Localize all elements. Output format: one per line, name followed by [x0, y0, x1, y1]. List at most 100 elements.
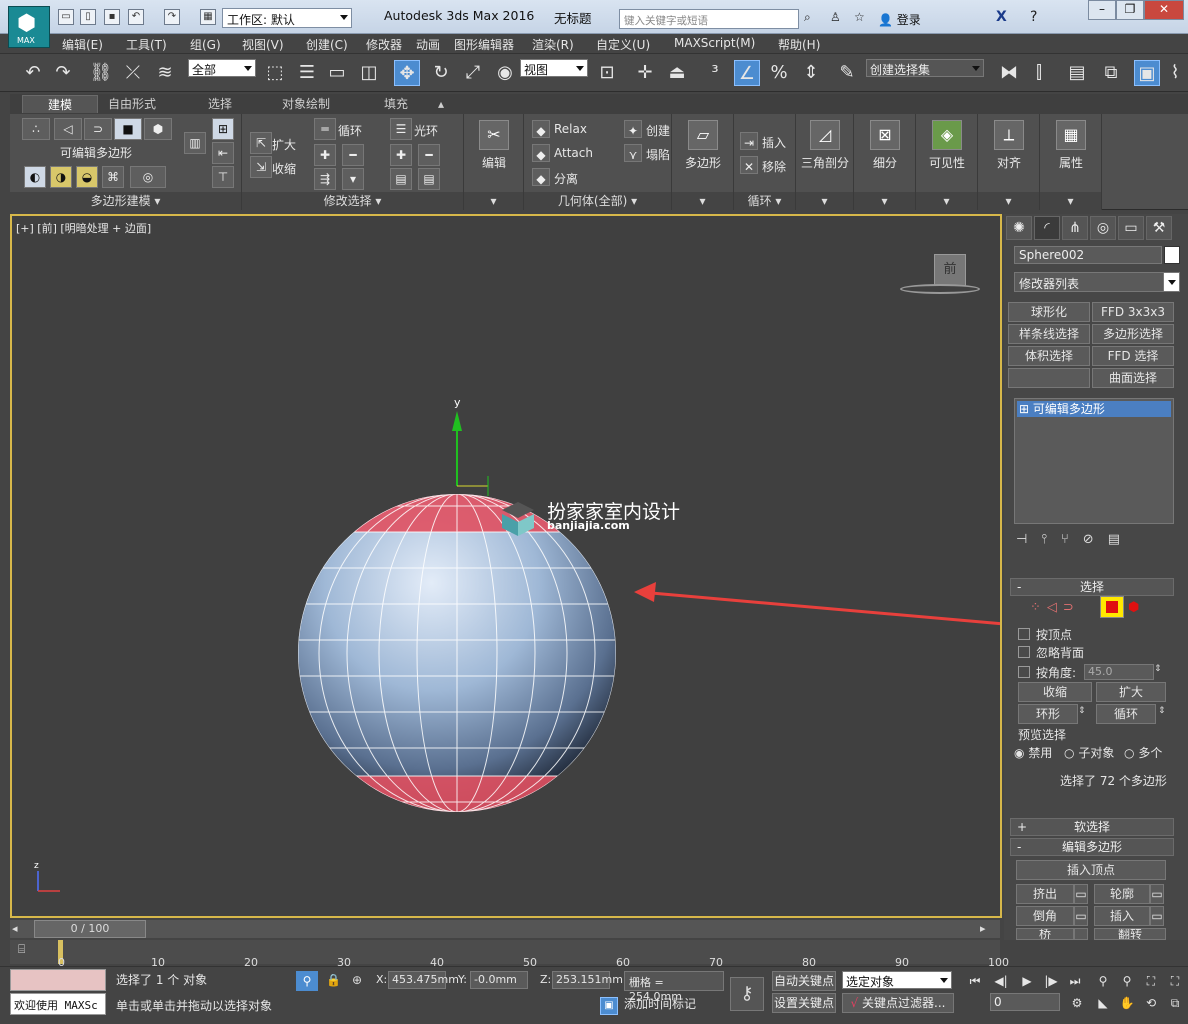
grow-button[interactable]: 扩大 — [1096, 682, 1166, 702]
edit-footer[interactable]: ▾ — [464, 192, 523, 210]
select-by-name-icon[interactable]: ☰ — [294, 60, 320, 86]
sphere-object[interactable] — [292, 486, 622, 826]
link-icon[interactable]: ⛓ — [88, 60, 114, 86]
save-icon[interactable]: ▪ — [104, 9, 120, 25]
relax-icon[interactable]: ◆ — [532, 120, 550, 138]
subobject-edge-icon[interactable]: ◑ — [50, 166, 72, 188]
mirror-icon[interactable]: ⧓ — [996, 60, 1022, 86]
bridge-settings-icon[interactable] — [1074, 928, 1088, 940]
redo-icon[interactable]: ↷ — [164, 9, 180, 25]
scene-explorer-icon[interactable]: ⧉ — [1098, 60, 1124, 86]
curve-editor-icon[interactable]: ⌇ — [1162, 60, 1188, 86]
add-time-tag[interactable]: 添加时间标记 — [624, 995, 696, 1012]
loop-icon[interactable]: ═ — [314, 118, 336, 140]
time-config-icon[interactable]: ⚙ — [1066, 993, 1088, 1013]
outline-settings-icon[interactable]: ▭ — [1150, 884, 1164, 904]
ribbon-options-icon[interactable]: ▴ — [434, 95, 448, 113]
edit-named-sets-icon[interactable]: ✎ — [834, 60, 860, 86]
by-vertex-checkbox[interactable] — [1018, 628, 1030, 640]
zoom-extents-all-icon[interactable]: ⛶ — [1164, 971, 1186, 991]
unlink-icon[interactable]: ⤫ — [120, 60, 146, 86]
close-button[interactable]: ✕ — [1144, 0, 1184, 20]
tab-selection[interactable]: 选择 — [196, 95, 244, 113]
minimize-button[interactable]: – — [1088, 0, 1116, 20]
keyboard-shortcut-icon[interactable]: ⏏ — [664, 60, 690, 86]
collapse-label[interactable]: 塌陷 — [646, 146, 670, 163]
remove-loop-icon[interactable]: ✕ — [740, 156, 758, 174]
select-move-icon[interactable]: ✥ — [394, 60, 420, 86]
preview-multi-radio[interactable]: ○ 多个 — [1124, 744, 1162, 761]
show-end-result-icon[interactable]: ⫯ — [1041, 532, 1061, 547]
grow-icon[interactable]: ⇱ — [250, 132, 272, 154]
hierarchy-tab-icon[interactable]: ⋔ — [1062, 216, 1088, 240]
by-angle-checkbox[interactable] — [1018, 666, 1030, 678]
percent-snap-icon[interactable]: % — [766, 60, 792, 86]
create-tab-icon[interactable]: ✺ — [1006, 216, 1032, 240]
edit-button[interactable]: ✂ 编辑 — [464, 114, 524, 171]
auto-key-button[interactable]: 自动关键点 — [772, 971, 836, 991]
z-coordinate-field[interactable]: 253.151mm — [552, 971, 623, 989]
angle-snap-icon[interactable]: ∠ — [734, 60, 760, 86]
subdivision-button[interactable]: ⊠ 细分 — [854, 114, 916, 171]
named-selection-set-dropdown[interactable]: 创建选择集 — [866, 59, 984, 77]
polygon-level-icon[interactable]: ■ — [114, 118, 142, 140]
modifier-list-dropdown[interactable]: 修改器列表 — [1014, 272, 1180, 292]
loop-mode-icon[interactable]: ⇶ — [314, 168, 336, 190]
ignore-backfacing-checkbox[interactable] — [1018, 646, 1030, 658]
border-level-icon[interactable]: ⊃ — [84, 118, 112, 140]
modifier-vol-select-button[interactable]: 体积选择 — [1008, 346, 1090, 366]
bevel-button[interactable]: 倒角 — [1016, 906, 1074, 926]
modifier-ffd-button[interactable]: FFD 3x3x3 — [1092, 302, 1174, 322]
spinner-arrows-icon[interactable]: ⇕ — [1154, 664, 1162, 674]
zoom-all-icon[interactable]: ⚲ — [1116, 971, 1138, 991]
preview-subobject-radio[interactable]: ○ 子对象 — [1064, 744, 1114, 761]
slider-next-icon[interactable]: ▸ — [980, 922, 986, 935]
project-folder-icon[interactable]: ▦ — [200, 9, 216, 25]
menu-create[interactable]: 创建(C) — [306, 36, 348, 53]
menu-edit[interactable]: 编辑(E) — [62, 36, 103, 53]
inset-button[interactable]: 插入 — [1094, 906, 1150, 926]
set-key-icon[interactable]: ⚷ — [730, 977, 764, 1011]
track-bar[interactable]: ⌸ 0 10 20 30 40 50 60 70 80 90 100 — [10, 940, 1009, 969]
tab-modeling[interactable]: 建模 — [22, 95, 98, 113]
grow-label[interactable]: 扩大 — [272, 136, 296, 153]
properties-button[interactable]: ▦ 属性 — [1040, 114, 1102, 171]
modifier-poly-select-button[interactable]: 多边形选择 — [1092, 324, 1174, 344]
current-frame-field[interactable]: 0 — [990, 993, 1060, 1011]
menu-group[interactable]: 组(G) — [190, 36, 221, 53]
time-tag-icon[interactable]: ▣ — [600, 997, 618, 1015]
tab-freeform[interactable]: 自由形式 — [96, 95, 168, 113]
align-button[interactable]: ⟂ 对齐 — [978, 114, 1040, 171]
relax-label[interactable]: Relax — [554, 122, 587, 136]
subdivision-footer[interactable]: ▾ — [854, 192, 915, 210]
loops-footer[interactable]: 循环 ▾ — [734, 192, 795, 210]
exchange-x-icon[interactable]: X — [996, 9, 1007, 25]
undo-icon[interactable]: ↶ — [128, 9, 144, 25]
menu-help[interactable]: 帮助(H) — [778, 36, 820, 53]
open-file-icon[interactable]: ▯ — [80, 9, 96, 25]
next-frame-icon[interactable]: |▶ — [1040, 971, 1062, 991]
ring-dropdown-icon[interactable]: ▤ — [418, 168, 440, 190]
make-unique-icon[interactable]: ⑂ — [1061, 532, 1083, 547]
move-gizmo[interactable] — [452, 411, 489, 496]
pivot-center-icon[interactable]: ⊡ — [594, 60, 620, 86]
y-coordinate-field[interactable]: -0.0mm — [470, 971, 528, 989]
reference-coord-dropdown[interactable]: 视图 — [520, 59, 588, 77]
show-end-result-icon[interactable]: ⊤ — [212, 166, 234, 188]
layer-explorer-icon[interactable]: ▤ — [1064, 60, 1090, 86]
x-coordinate-field[interactable]: 453.475mm — [388, 971, 459, 989]
binoculars-icon[interactable]: ⌕ — [804, 10, 811, 25]
modify-selection-footer[interactable]: 修改选择 ▾ — [242, 192, 463, 210]
extrude-settings-icon[interactable]: ▭ — [1074, 884, 1088, 904]
tab-object-paint[interactable]: 对象绘制 — [270, 95, 342, 113]
detach-label[interactable]: 分离 — [554, 170, 578, 187]
front-viewport[interactable]: [+] [前] [明暗处理 + 边面] 前 y z 扮家家室内设计 banjia… — [10, 214, 1002, 918]
menu-graph-editors[interactable]: 图形编辑器 — [454, 36, 514, 53]
loop-spinner-icon[interactable]: ⇕ — [1158, 706, 1166, 716]
select-scale-icon[interactable]: ⤢ — [460, 60, 486, 86]
triangulation-footer[interactable]: ▾ — [796, 192, 853, 210]
workspace-dropdown[interactable]: 工作区: 默认 — [222, 8, 352, 28]
show-cage-icon[interactable]: ⊞ — [212, 118, 234, 140]
flip-button[interactable]: 翻转 — [1094, 928, 1166, 940]
ring-label[interactable]: 光环 — [414, 122, 438, 139]
